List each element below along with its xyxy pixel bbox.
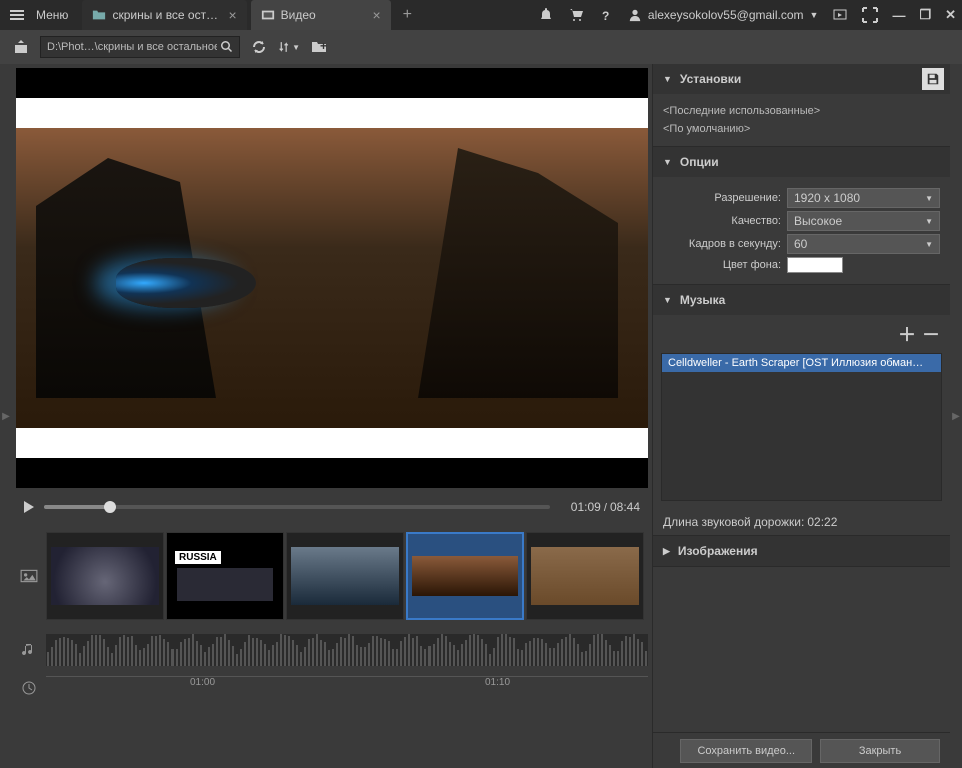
chevron-right-icon: ▶ [2,411,10,422]
save-video-button[interactable]: Сохранить видео... [680,739,812,763]
menu-label[interactable]: Меню [36,8,68,22]
add-folder-icon[interactable]: + [308,36,330,58]
add-track-button[interactable]: ＋ [898,321,916,347]
close-button[interactable]: ✕ [945,7,956,23]
thumbnail-row: RUSSIA [46,532,648,620]
tab-label: скрины и все остальн… [112,8,222,22]
main-area: ▶ 01:09 / 08:44 RUSSIA [0,64,962,768]
chevron-down-icon: ▼ [663,295,672,305]
thumbnail[interactable]: RUSSIA [166,532,284,620]
section-header-settings[interactable]: ▼ Установки [653,64,950,94]
tab-screenshots[interactable]: скрины и все остальн… × [82,0,246,30]
track-length: Длина звуковой дорожки: 02:22 [653,509,950,535]
user-email: alexeysokolov55@gmail.com [648,8,804,22]
bgcolor-swatch[interactable] [787,257,843,273]
quality-select[interactable]: Высокое▼ [787,211,940,231]
section-title: Установки [680,72,741,86]
images-icon [16,567,42,585]
hamburger-menu[interactable] [6,6,28,24]
thumbnail-selected[interactable] [406,532,524,620]
chevron-down-icon: ▼ [810,10,819,20]
fps-label: Кадров в секунду: [663,238,781,250]
preset-last-used[interactable]: <Последние использованные> [663,102,940,120]
tab-label: Видео [281,8,316,22]
music-track[interactable]: Celldweller - Earth Scraper [OST Иллюзия… [662,354,941,372]
image-strip: RUSSIA [16,526,648,626]
path-input[interactable] [47,41,217,53]
audio-strip [16,630,648,670]
close-icon[interactable]: × [228,7,236,23]
quality-label: Качество: [663,215,781,227]
save-preset-button[interactable] [922,68,944,90]
left-rail[interactable]: ▶ [0,64,12,768]
chevron-down-icon: ▼ [663,157,672,167]
right-rail[interactable]: ▶ [950,64,962,768]
time-display: 01:09 / 08:44 [560,500,640,514]
music-track-list[interactable]: Celldweller - Earth Scraper [OST Иллюзия… [661,353,942,501]
play-button[interactable] [24,501,34,513]
user-menu[interactable]: alexeysokolov55@gmail.com ▼ [628,8,819,22]
video-preview[interactable] [16,68,648,488]
video-icon [261,8,275,22]
seek-slider[interactable] [44,505,550,509]
playback-bar: 01:09 / 08:44 [16,492,648,522]
export-icon[interactable] [10,36,32,58]
search-icon[interactable] [221,41,233,53]
path-toolbar: ▼ + [0,30,962,64]
section-music: ▼ Музыка ＋ － Celldweller - Earth Scraper… [653,285,950,536]
time-tick: 01:10 [485,677,510,688]
path-field[interactable] [40,36,240,58]
cart-icon[interactable] [568,7,584,23]
music-icon [16,642,42,658]
title-bar: Меню скрины и все остальн… × Видео × + ?… [0,0,962,30]
section-header-options[interactable]: ▼ Опции [653,147,950,177]
tab-video[interactable]: Видео × [251,0,391,30]
close-button[interactable]: Закрыть [820,739,940,763]
section-settings: ▼ Установки <Последние использованные> <… [653,64,950,147]
section-title: Опции [680,155,719,169]
section-title: Музыка [680,293,725,307]
sort-icon[interactable]: ▼ [278,36,300,58]
thumbnail[interactable] [286,532,404,620]
preset-default[interactable]: <По умолчанию> [663,120,940,138]
chevron-right-icon: ▶ [663,546,670,557]
thumbnail[interactable] [526,532,644,620]
slideshow-icon[interactable] [832,7,848,23]
help-icon[interactable]: ? [598,7,614,23]
waveform[interactable] [46,634,648,666]
chevron-down-icon: ▼ [663,74,672,84]
time-tick: 01:00 [190,677,215,688]
chevron-right-icon: ▶ [952,411,960,422]
section-images: ▶ Изображения [653,536,950,567]
bell-icon[interactable] [538,7,554,23]
footer-buttons: Сохранить видео... Закрыть [653,732,950,768]
close-icon[interactable]: × [372,7,380,23]
maximize-button[interactable]: ❐ [919,7,931,23]
time-strip: 01:00 01:10 [16,674,648,702]
bgcolor-label: Цвет фона: [663,259,781,271]
minimize-button[interactable]: — [892,8,905,23]
section-header-music[interactable]: ▼ Музыка [653,285,950,315]
user-icon [628,8,642,22]
svg-text:?: ? [602,9,609,23]
svg-text:+: + [320,39,327,53]
fullscreen-icon[interactable] [862,7,878,23]
section-header-images[interactable]: ▶ Изображения [653,536,950,566]
remove-track-button[interactable]: － [922,321,940,347]
resolution-label: Разрешение: [663,192,781,204]
section-title: Изображения [678,544,758,558]
time-ruler[interactable]: 01:00 01:10 [46,676,648,700]
properties-panel: ▼ Установки <Последние использованные> <… [652,64,950,768]
folder-icon [92,8,106,22]
editor-column: 01:09 / 08:44 RUSSIA 01:00 01:10 [12,64,652,768]
section-options: ▼ Опции Разрешение: 1920 x 1080▼ Качеств… [653,147,950,285]
resolution-select[interactable]: 1920 x 1080▼ [787,188,940,208]
refresh-icon[interactable] [248,36,270,58]
clock-icon [16,680,42,696]
thumbnail[interactable] [46,532,164,620]
new-tab-button[interactable]: + [395,6,420,24]
fps-select[interactable]: 60▼ [787,234,940,254]
